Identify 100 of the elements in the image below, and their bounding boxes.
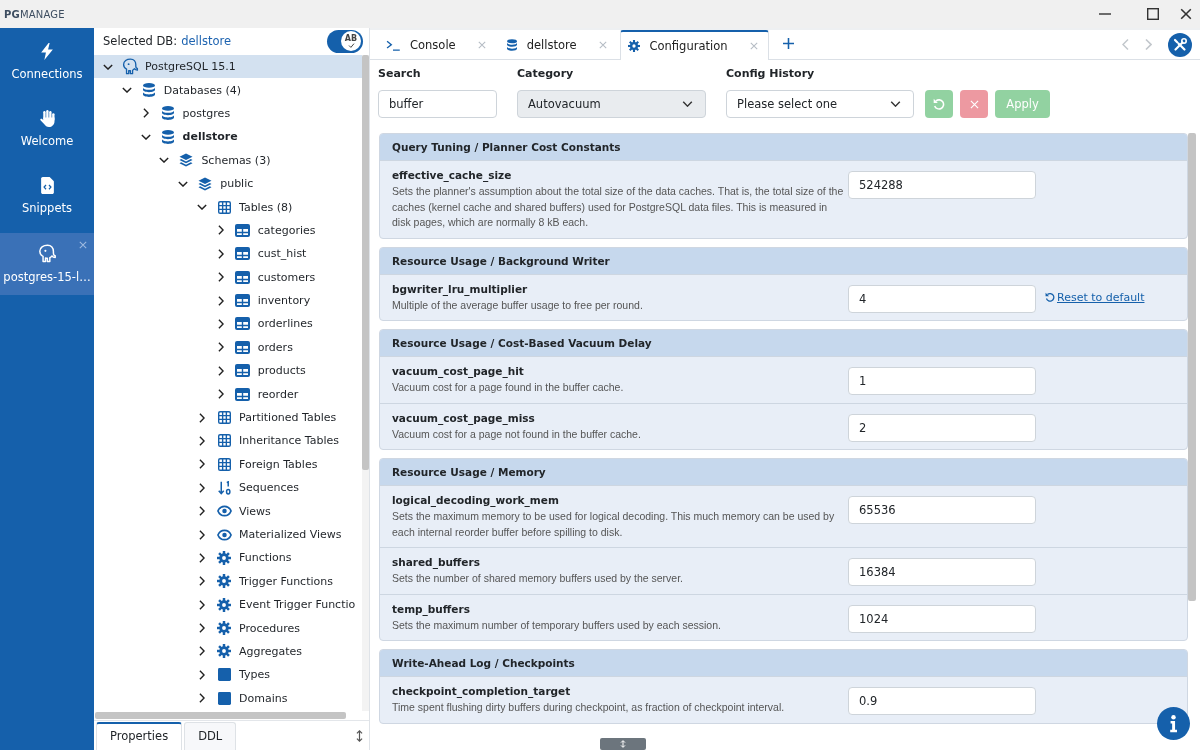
chevron-icon[interactable] [217, 365, 224, 376]
tree-item[interactable]: PostgreSQL 15.1 [94, 55, 362, 79]
chevron-icon[interactable] [199, 599, 205, 610]
tree-item[interactable]: inventory [94, 288, 362, 313]
chevron-icon[interactable] [199, 529, 205, 540]
chevron-icon[interactable] [159, 157, 170, 164]
nav-button[interactable]: Connections [0, 28, 94, 95]
caret-icon [890, 101, 901, 107]
tab[interactable]: Configuration [619, 30, 769, 60]
tree-item[interactable]: Partitioned Tables [94, 405, 362, 430]
chevron-icon[interactable] [199, 646, 205, 657]
tree-item[interactable]: postgres [94, 101, 362, 126]
nav-button[interactable]: Snippets [0, 162, 94, 229]
tree-item[interactable]: cust_hist [94, 242, 362, 266]
chevron-icon[interactable] [197, 204, 207, 211]
chevron-icon[interactable] [199, 552, 205, 563]
section-header: Resource Usage / Cost-Based Vacuum Delay [380, 330, 1187, 356]
value-input[interactable]: 16384 [848, 558, 1036, 586]
layers-icon [179, 153, 194, 168]
maximize-icon[interactable] [1147, 8, 1159, 20]
tree-item[interactable]: Materialized Views [94, 522, 362, 547]
value-input[interactable]: 1 [848, 367, 1036, 395]
tree-item[interactable]: Functions [94, 546, 362, 570]
tree-item[interactable]: Types [94, 663, 362, 687]
drag-handle-icon[interactable] [600, 738, 646, 750]
tab[interactable]: Properties [96, 722, 183, 750]
chevron-icon[interactable] [140, 133, 151, 140]
chevron-icon[interactable] [217, 319, 224, 329]
chevron-icon[interactable] [199, 623, 205, 634]
tree-item[interactable]: customers [94, 265, 362, 289]
chevron-icon[interactable] [199, 576, 205, 587]
up-down-arrow-icon[interactable] [356, 730, 363, 742]
tree-item[interactable]: Event Trigger Functio [94, 593, 362, 617]
scrollbar-thumb[interactable] [95, 712, 346, 719]
table-icon [235, 223, 251, 237]
lightning-icon [41, 42, 53, 60]
reset-link[interactable]: Reset to default [1045, 290, 1145, 304]
close-icon[interactable] [1180, 8, 1192, 20]
tab[interactable]: Console [378, 30, 497, 59]
chevron-icon[interactable] [178, 180, 189, 187]
chevron-icon[interactable] [199, 506, 205, 517]
tree-item[interactable]: Sequences [94, 476, 362, 500]
tree-item[interactable]: Trigger Functions [94, 569, 362, 593]
tree-item[interactable]: Databases (4) [94, 78, 362, 102]
chevron-icon[interactable] [199, 435, 205, 446]
chevron-icon[interactable] [103, 63, 113, 70]
tools-icon[interactable] [1168, 32, 1192, 57]
chevron-icon[interactable] [199, 412, 205, 423]
value-input[interactable]: 4 [848, 284, 1036, 313]
gear-icon [217, 550, 231, 565]
tree-item[interactable]: reorder [94, 382, 362, 406]
tree-item[interactable]: Foreign Tables [94, 452, 362, 477]
nav-button[interactable]: Welcome [0, 95, 94, 162]
chevron-icon[interactable] [217, 342, 224, 353]
gear-icon [217, 644, 231, 659]
chevron-icon[interactable] [121, 87, 132, 94]
tree-item[interactable]: dellstore [94, 125, 362, 149]
chevron-icon[interactable] [217, 295, 224, 306]
history-select[interactable]: Please select one [726, 90, 914, 118]
scrollbar-thumb[interactable] [362, 55, 369, 470]
nav-button[interactable]: postgres-15-l… [0, 233, 94, 295]
tree-item[interactable]: Schemas (3) [94, 148, 362, 172]
tree-item[interactable]: public [94, 171, 362, 196]
section-header: Resource Usage / Memory [380, 459, 1187, 485]
value-input[interactable]: 524288 [848, 171, 1036, 199]
info-icon[interactable] [1157, 707, 1190, 740]
chevron-icon[interactable] [199, 459, 205, 470]
layers-icon [198, 176, 213, 191]
tree-item[interactable]: orderlines [94, 312, 362, 336]
tree-item[interactable]: products [94, 359, 362, 383]
tree-item[interactable]: Procedures [94, 616, 362, 640]
chevron-icon[interactable] [199, 693, 205, 704]
value-input[interactable]: 0.9 [848, 687, 1036, 715]
tab[interactable]: dellstore [498, 30, 618, 59]
value-input[interactable]: 1024 [848, 604, 1036, 633]
search-field[interactable]: buffer [378, 90, 497, 118]
chevron-icon[interactable] [217, 248, 224, 259]
tree-item[interactable]: Tables (8) [94, 195, 362, 219]
tree-item[interactable]: Views [94, 499, 362, 523]
chevron-icon[interactable] [217, 272, 224, 283]
tree-item[interactable]: categories [94, 218, 362, 243]
tab[interactable]: DDL [184, 722, 237, 750]
chevron-icon[interactable] [199, 669, 205, 680]
chevron-icon[interactable] [217, 225, 224, 236]
value-input[interactable]: 2 [848, 413, 1036, 442]
tree-item[interactable]: Aggregates [94, 639, 362, 664]
tree-item[interactable]: Domains [94, 686, 362, 710]
tree-item[interactable]: orders [94, 335, 362, 360]
undo-icon [1045, 292, 1055, 302]
value-input[interactable]: 65536 [848, 496, 1036, 524]
chevron-icon[interactable] [142, 108, 149, 119]
hand-icon [39, 109, 55, 127]
toggle-switch[interactable]: AB [327, 29, 363, 53]
scrollbar-thumb[interactable] [1188, 133, 1196, 601]
database-icon [161, 129, 174, 144]
tree-item[interactable]: Inheritance Tables [94, 429, 362, 453]
chevron-icon[interactable] [217, 389, 224, 400]
database-icon [142, 83, 155, 98]
chevron-icon[interactable] [199, 482, 205, 493]
plus-icon[interactable] [782, 38, 794, 49]
